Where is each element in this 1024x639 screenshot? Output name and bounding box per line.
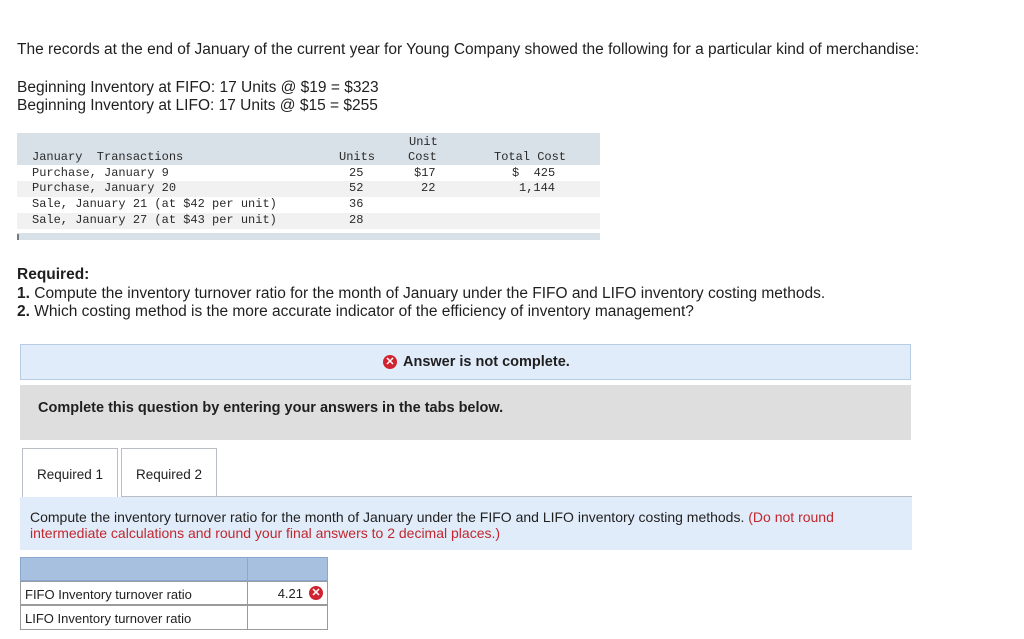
table-row: Purchase, January 9 25 $17 $ 425 [17,165,600,181]
required-item-2-number: 2. [17,303,30,320]
problem-intro: The records at the end of January of the… [17,41,920,58]
question-instruction-box: Compute the inventory turnover ratio for… [20,497,912,550]
beginning-inventory-fifo: Beginning Inventory at FIFO: 17 Units @ … [17,79,379,96]
row-units: 52 [349,181,364,195]
required-item-1-text: Compute the inventory turnover ratio for… [29,285,826,302]
row-units: 28 [349,213,364,227]
answer-table: FIFO Inventory turnover ratio 4.21 ✕ LIF… [20,557,328,630]
tab-label: Required 1 [36,467,104,482]
lifo-label: LIFO Inventory turnover ratio [25,611,192,626]
tab-label: Required 2 [135,467,203,482]
header-unit-cost-bottom: Cost [408,150,437,164]
header-divider [247,558,248,582]
instruction-text: Compute the inventory turnover ratio for… [30,509,749,525]
table-row: LIFO Inventory turnover ratio [20,605,328,630]
answer-status: ✕ Answer is not complete. [383,354,570,370]
transactions-table: January Transactions Units Unit Cost Tot… [17,133,600,240]
incorrect-x-icon: ✕ [309,586,323,600]
required-item-1-number: 1. [17,285,30,302]
required-item-2: 2. Which costing method is the more accu… [17,303,694,321]
instructions-box: Complete this question by entering your … [20,385,911,440]
header-unit-cost-top: Unit [409,135,438,149]
answer-status-banner: ✕ Answer is not complete. [20,344,911,380]
table-row: Sale, January 27 (at $43 per unit) 28 [17,213,600,229]
required-heading: Required: [17,266,90,283]
row-label: Sale, January 27 (at $43 per unit) [32,213,277,227]
table-row: FIFO Inventory turnover ratio 4.21 ✕ [20,581,328,605]
table-footer-edge [17,234,19,240]
tab-required-2[interactable]: Required 2 [121,448,217,497]
row-units: 36 [349,197,364,211]
row-label: Purchase, January 20 [32,181,177,195]
header-transactions: January Transactions [32,150,184,164]
fifo-turnover-input[interactable]: 4.21 ✕ [247,581,329,605]
row-total-cost: 1,144 [519,181,556,195]
table-row: Sale, January 21 (at $42 per unit) 36 [17,197,600,213]
header-units: Units [339,150,376,164]
answer-table-header [20,557,328,582]
required-item-1: 1. Compute the inventory turnover ratio … [17,285,825,303]
row-label: Purchase, January 9 [32,166,169,180]
required-item-2-text: Which costing method is the more accurat… [29,303,694,320]
row-total-cost: $ 425 [512,166,556,180]
error-x-icon: ✕ [383,355,397,369]
tab-required-1[interactable]: Required 1 [22,448,118,497]
header-total-cost: Total Cost [494,150,567,164]
instructions-text: Complete this question by entering your … [38,400,504,416]
beginning-inventory-lifo: Beginning Inventory at LIFO: 17 Units @ … [17,97,378,114]
fifo-turnover-value: 4.21 [277,586,303,601]
fifo-label: FIFO Inventory turnover ratio [25,587,192,602]
table-row: Purchase, January 20 52 22 1,144 [17,181,600,197]
lifo-turnover-input[interactable] [247,605,329,630]
row-units: 25 [349,166,364,180]
question-instruction: Compute the inventory turnover ratio for… [30,509,900,541]
answer-status-text: Answer is not complete. [403,354,570,370]
row-label: Sale, January 21 (at $42 per unit) [32,197,277,211]
row-unit-cost: $17 [414,166,436,180]
table-footer-bar [17,233,600,240]
row-unit-cost: 22 [421,181,436,195]
